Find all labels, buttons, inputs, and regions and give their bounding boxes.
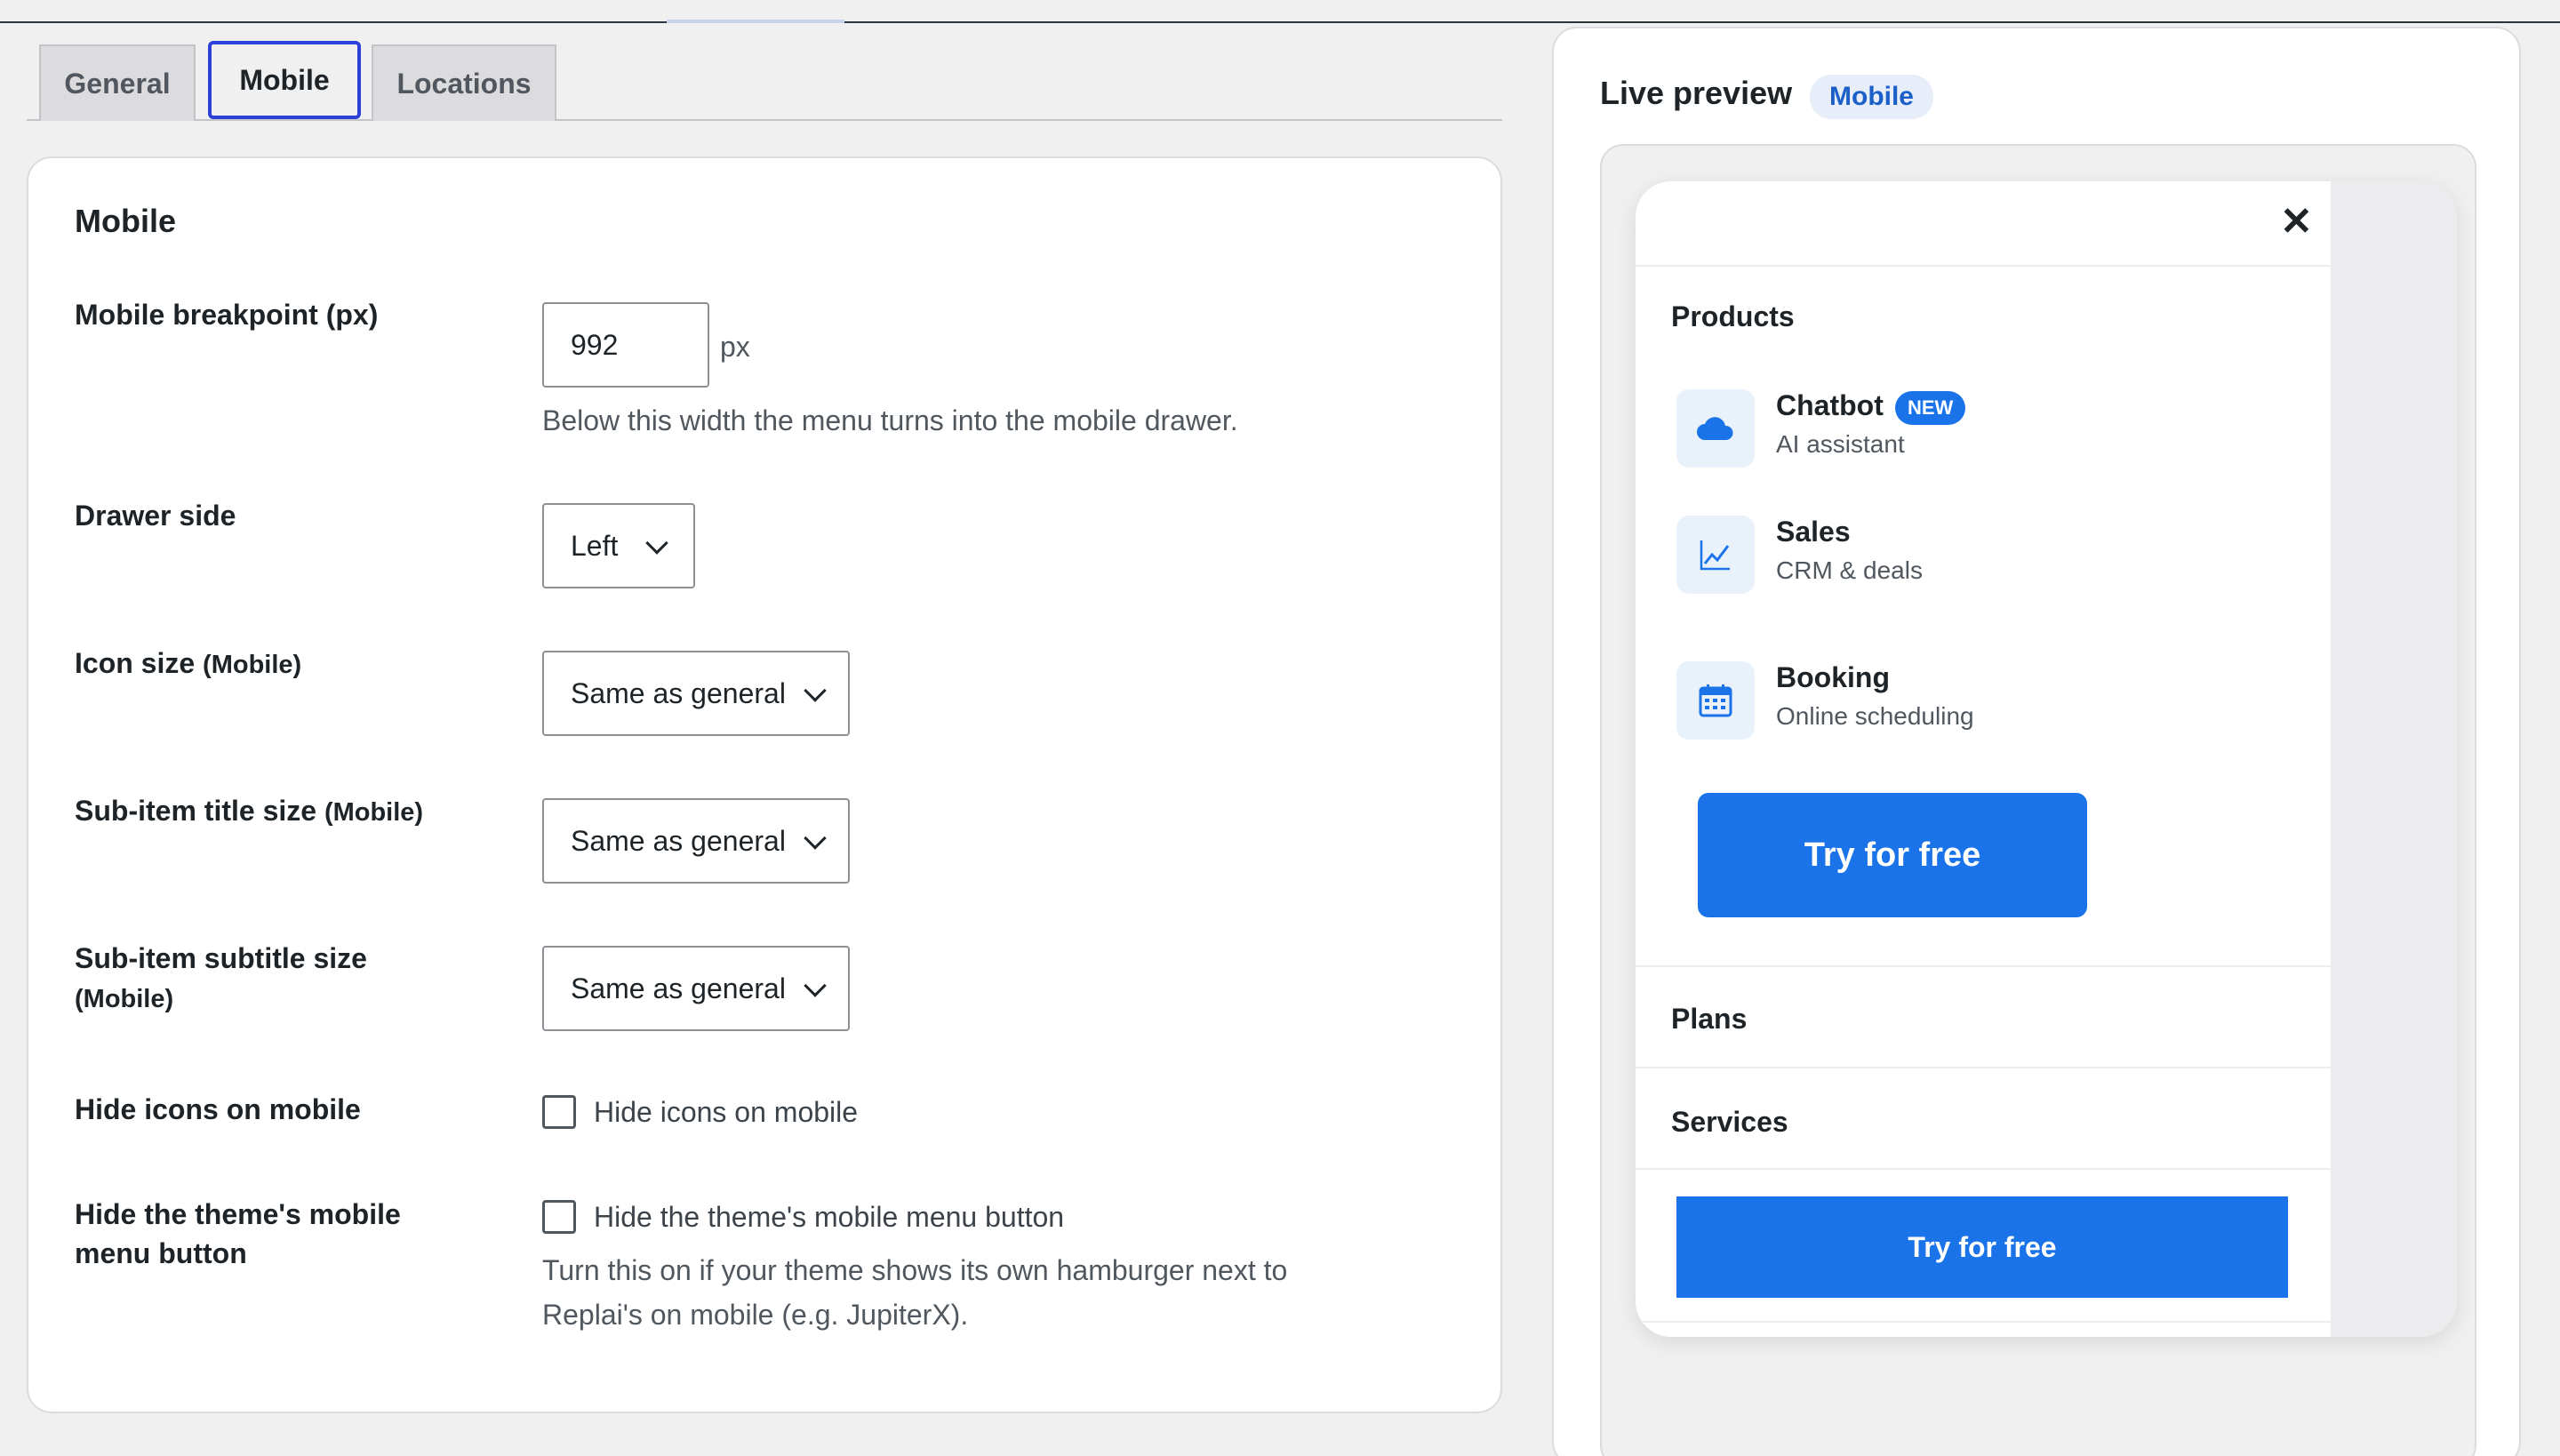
item-title: Booking [1776, 661, 1890, 693]
label-suffix: (Mobile) [75, 985, 174, 1013]
close-icon[interactable]: ✕ [2280, 199, 2313, 244]
subitem-subtitle-size-label-text: Sub-item subtitle size [75, 942, 367, 974]
chevron-down-icon [804, 974, 827, 997]
breakpoint-input[interactable]: 992 [542, 302, 709, 388]
divider [1636, 1067, 2331, 1068]
scroll-indicator [667, 20, 844, 23]
chevron-down-icon [804, 827, 827, 850]
hide-icons-checkbox[interactable] [542, 1095, 576, 1129]
phone-mockup: ✕ Products Chatbot NEW AI assistant Sale… [1636, 181, 2457, 1337]
subitem-title-size-value: Same as general [571, 824, 786, 857]
hide-icons-label: Hide icons on mobile [75, 1093, 361, 1125]
hide-theme-button-help: Turn this on if your theme shows its own… [542, 1254, 1288, 1331]
breakpoint-unit: px [720, 331, 750, 363]
divider [1636, 1168, 2331, 1170]
breakpoint-value: 992 [571, 328, 619, 361]
chevron-down-icon [645, 532, 668, 555]
cloud-icon [1676, 389, 1755, 468]
drawer-side-label: Drawer side [75, 500, 236, 532]
drawer-side-select[interactable]: Left [542, 503, 695, 588]
top-bar [0, 0, 2560, 23]
mobile-settings-card: Mobile Mobile breakpoint (px) 992 px Bel… [27, 156, 1502, 1413]
subitem-title-size-label-text: Sub-item title size [75, 795, 317, 827]
tab-locations[interactable]: Locations [372, 44, 556, 121]
products-section-label: Products [1671, 300, 1795, 332]
hide-icons-checkbox-label[interactable]: Hide icons on mobile [594, 1096, 858, 1129]
tab-bar: General Mobile Locations [27, 41, 1502, 121]
try-for-free-button[interactable]: Try for free [1698, 793, 2087, 917]
icon-size-value: Same as general [571, 676, 786, 709]
item-title: Sales [1776, 516, 1851, 548]
breakpoint-label: Mobile breakpoint (px) [75, 299, 379, 331]
item-subtitle: AI assistant [1776, 430, 1905, 458]
subitem-subtitle-size-select[interactable]: Same as general [542, 946, 850, 1031]
icon-size-label-text: Icon size [75, 647, 196, 679]
preview-mode-badge: Mobile [1810, 75, 1933, 119]
subitem-subtitle-size-label: Sub-item subtitle size (Mobile) [75, 939, 457, 1019]
item-subtitle: Online scheduling [1776, 702, 1974, 730]
subitem-title-size-select[interactable]: Same as general [542, 798, 850, 884]
calendar-icon [1676, 661, 1755, 740]
hide-theme-button-option[interactable]: Hide the theme's mobile menu button [542, 1200, 1064, 1234]
divider [1636, 265, 2331, 267]
hide-theme-button-checkbox[interactable] [542, 1200, 576, 1234]
icon-size-select[interactable]: Same as general [542, 651, 850, 736]
divider [1636, 965, 2331, 967]
tab-label: Locations [396, 67, 532, 100]
preview-frame: ✕ Products Chatbot NEW AI assistant Sale… [1600, 144, 2476, 1456]
chart-line-icon [1676, 516, 1755, 594]
new-badge: NEW [1895, 391, 1966, 425]
subitem-title-size-label: Sub-item title size (Mobile) [75, 791, 484, 832]
label-suffix: (Mobile) [203, 651, 302, 679]
plans-menu-item[interactable]: Plans [1671, 1003, 1747, 1036]
hide-theme-button-label: Hide the theme's mobile menu button [75, 1198, 401, 1269]
tab-mobile[interactable]: Mobile [208, 41, 361, 119]
item-subtitle: CRM & deals [1776, 556, 1923, 584]
divider [1636, 1321, 2331, 1323]
menu-item-chatbot[interactable]: Chatbot NEW AI assistant [1676, 389, 2299, 478]
hide-theme-button-checkbox-label[interactable]: Hide the theme's mobile menu button [594, 1201, 1064, 1234]
icon-size-label: Icon size (Mobile) [75, 644, 484, 684]
menu-item-booking[interactable]: Booking Online scheduling [1676, 661, 2299, 750]
label-suffix: (Mobile) [324, 798, 424, 827]
services-menu-item[interactable]: Services [1671, 1106, 1788, 1139]
hide-icons-option[interactable]: Hide icons on mobile [542, 1095, 858, 1129]
live-preview-panel: Live preview Mobile ✕ Products Chatbot N… [1552, 27, 2521, 1456]
tab-general[interactable]: General [39, 44, 196, 121]
tab-label: General [64, 67, 171, 100]
chevron-down-icon [804, 679, 827, 702]
try-for-free-bottom-button[interactable]: Try for free [1676, 1196, 2288, 1298]
mobile-drawer: ✕ Products Chatbot NEW AI assistant Sale… [1636, 181, 2331, 1337]
tab-label: Mobile [239, 63, 330, 96]
subitem-subtitle-size-value: Same as general [571, 972, 786, 1004]
breakpoint-help: Below this width the menu turns into the… [542, 404, 1238, 436]
item-title: Chatbot [1776, 389, 1884, 421]
drawer-side-value: Left [571, 529, 619, 562]
preview-title: Live preview [1600, 75, 1793, 111]
section-title: Mobile [75, 203, 176, 239]
menu-item-sales[interactable]: Sales CRM & deals [1676, 516, 2299, 604]
